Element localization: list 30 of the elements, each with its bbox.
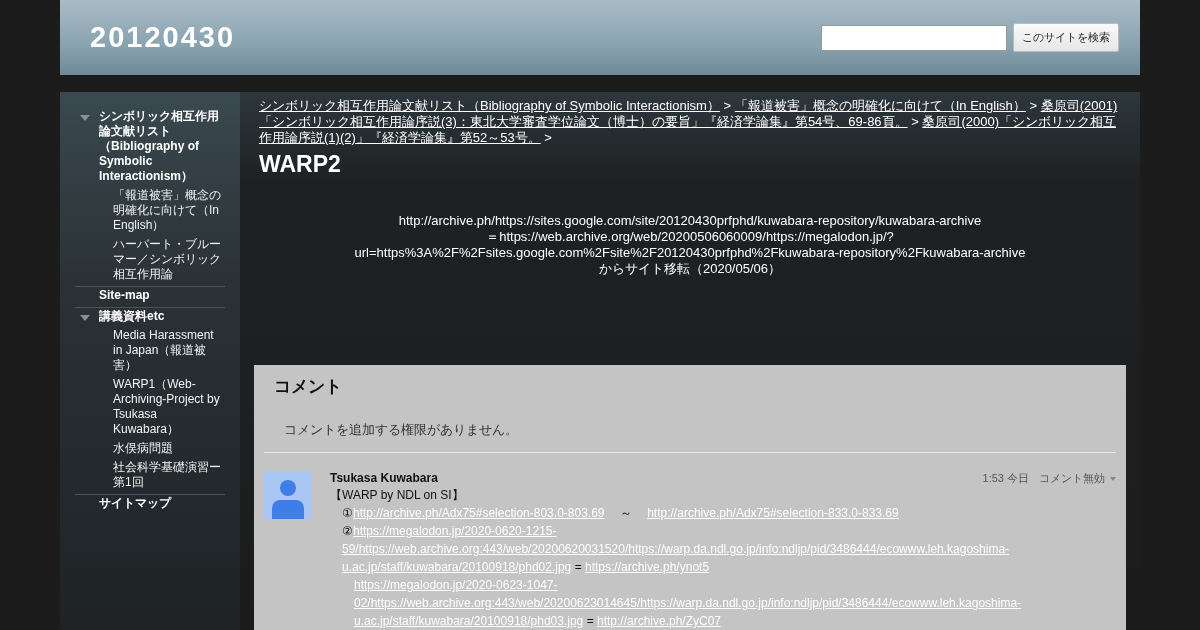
body-text-line: ＝https://web.archive.org/web/20200506060009/https://megalodon.jp/? bbox=[485, 229, 895, 245]
nav-item[interactable]: 講義資料etc bbox=[99, 309, 224, 324]
nav-subitem[interactable]: 社会科学基礎演習ー第1回 bbox=[113, 460, 225, 490]
nav-subitem[interactable]: ハーバート・ブルーマー／シンボリック相互作用論 bbox=[113, 237, 225, 282]
search-field[interactable] bbox=[821, 24, 1007, 51]
comment-text: https://megalodon.jp/2020-0623-1047-02/https://web.archive.org:443/web/20200623014645/https://warp.da.ndl.go.jp/info:ndljp/pid/3486444/ecowww.leh.kagoshima-u.ac.jp/staff/kuwabara/20100918/phd03.jpg = http://archive.ph/ZyC07 bbox=[353, 577, 1023, 630]
caret-icon[interactable] bbox=[1110, 476, 1116, 481]
nav-subitem[interactable]: Media Harassment in Japan（報道被害） bbox=[113, 328, 225, 373]
avatar-icon bbox=[264, 471, 312, 519]
comment-text: 【WARP by NDL on SI】 bbox=[330, 487, 465, 504]
body-text-line: http://archive.ph/https://sites.google.com/site/20120430prfphd/kuwabara-repository/kuwabara-archive bbox=[397, 213, 983, 229]
search-button[interactable]: このサイトを検索 bbox=[1013, 23, 1119, 52]
nav-subitem[interactable]: 「報道被害」概念の明確化に向けて（In English） bbox=[113, 188, 225, 233]
nav-item[interactable]: Site-map bbox=[99, 288, 224, 303]
comment-author: Tsukasa Kuwabara bbox=[330, 471, 438, 486]
nav-item[interactable]: サイトマップ bbox=[99, 496, 224, 511]
nav-subitem[interactable]: 水俣病問題 bbox=[113, 441, 225, 456]
comment-menu[interactable]: コメント無効 bbox=[1039, 471, 1116, 486]
nav-subitem[interactable]: WARP1（Web-Archiving-Project by Tsukasa Kuwabara） bbox=[113, 377, 225, 437]
comment-time: 1:53 今日 bbox=[982, 471, 1029, 486]
body-text-line: url=https%3A%2F%2Fsites.google.com%2Fsite%2F20120430prfphd%2Fkuwabara-repository%2Fkuwabara-archive bbox=[353, 245, 1027, 261]
triangle-icon[interactable] bbox=[80, 113, 90, 123]
nav-item[interactable]: シンボリック相互作用論文献リスト（Bibliography of Symbolic Interactionism） bbox=[99, 109, 224, 184]
breadcrumb-trail[interactable]: シンボリック相互作用論文献リスト（Bibliography of Symbolic Interactionism） > 「報道被害」概念の明確化に向けて（In English） > 桑原司(2001)「シンボリック相互作用論序説(3)：東北大学審査学位論文（博士）の要旨」『経済学論集』第54号、69-86頁。 > 桑原司(2000)「シンボリック相互作用論序説(1)(2)」『経済学論集』第52～53号。 > bbox=[259, 98, 1121, 146]
comments-heading: コメント bbox=[273, 376, 343, 398]
comment-text: ①http://archive.ph/Adx75#selection-803.0-803.69 ～ http://archive.ph/Adx75#selection-833.0-833.69 bbox=[341, 505, 900, 522]
page-title: WARP2 bbox=[259, 151, 342, 178]
triangle-icon[interactable] bbox=[80, 313, 90, 323]
body-text-line: からサイト移転（2020/05/06） bbox=[597, 261, 783, 277]
permission-notice: コメントを追加する権限がありません。 bbox=[284, 421, 519, 439]
